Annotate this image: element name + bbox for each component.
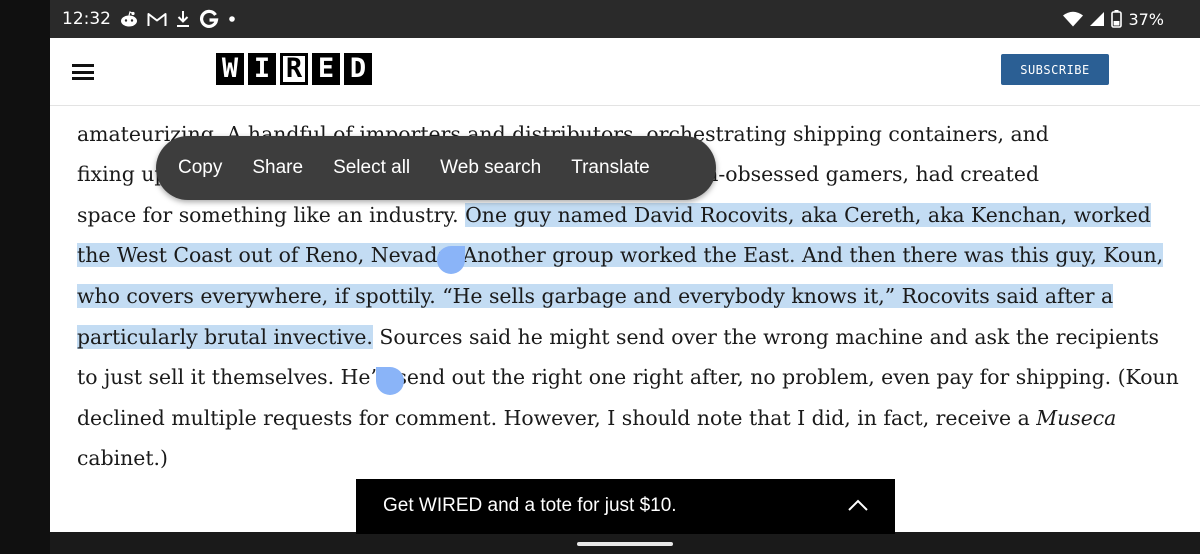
gmail-icon: [147, 12, 167, 27]
logo-letter: E: [312, 53, 340, 85]
google-icon: [199, 9, 219, 29]
selected-text: who covers everywhere, if spottily. “He …: [77, 283, 1114, 308]
article-text: space for something like an industry.: [77, 202, 466, 227]
logo-letter: W: [216, 53, 244, 85]
promo-text: Get WIRED and a tote for just $10.: [383, 495, 677, 516]
article-line: By about 2016, the American arcade impor…: [77, 106, 1177, 114]
logo-letter: D: [344, 53, 372, 85]
battery-percent: 37%: [1128, 9, 1164, 29]
navigation-bar: [50, 532, 1200, 554]
download-icon: [176, 10, 190, 28]
article-line: to just sell it themselves. He’ll send o…: [77, 357, 1179, 398]
selected-text: the West Coast out of Reno, Nevada. Anot…: [77, 243, 1164, 268]
menu-copy[interactable]: Copy: [178, 157, 222, 179]
subscribe-button[interactable]: SUBSCRIBE: [1001, 54, 1109, 85]
logo-letter: R: [280, 53, 308, 85]
article-line: particularly brutal invective. Sources s…: [77, 317, 1177, 358]
article-text: to just sell it themselves. He’ll send o…: [77, 365, 1179, 390]
phone-screen: 12:32 37% W I R E D SUBSCRIBE amateurizi…: [50, 0, 1200, 554]
reddit-icon: [120, 11, 138, 27]
article-line: who covers everywhere, if spottily. “He …: [77, 276, 1177, 317]
battery-icon: [1111, 10, 1123, 28]
article-line: cabinet.): [77, 438, 1177, 479]
text-selection-menu: Copy Share Select all Web search Transla…: [156, 136, 716, 200]
dot-icon: [228, 15, 236, 23]
article-text: Museca: [1036, 405, 1117, 430]
status-time: 12:32: [62, 9, 111, 29]
signal-icon: [1089, 11, 1105, 27]
article-text: cabinet.): [77, 446, 168, 471]
article-line: the West Coast out of Reno, Nevada. Anot…: [77, 235, 1177, 276]
promo-banner[interactable]: Get WIRED and a tote for just $10.: [356, 479, 895, 534]
gesture-handle[interactable]: [577, 542, 673, 546]
status-right: 37%: [1063, 7, 1164, 31]
logo-letter: I: [248, 53, 276, 85]
menu-select-all[interactable]: Select all: [333, 157, 410, 179]
status-bar: 12:32 37%: [50, 0, 1200, 38]
article-line: declined multiple requests for comment. …: [77, 398, 1177, 439]
selected-text: One guy named David Rocovits, aka Cereth…: [465, 202, 1151, 227]
menu-web-search[interactable]: Web search: [440, 157, 541, 179]
menu-share[interactable]: Share: [252, 157, 303, 179]
selection-end-handle[interactable]: [376, 367, 404, 395]
menu-icon[interactable]: [72, 64, 94, 80]
chevron-up-icon[interactable]: [847, 496, 869, 516]
article-line: space for something like an industry. On…: [77, 195, 1177, 236]
wired-logo[interactable]: W I R E D: [216, 52, 372, 86]
selection-start-handle[interactable]: [437, 246, 465, 274]
menu-translate[interactable]: Translate: [571, 157, 650, 179]
selected-text: particularly brutal invective.: [77, 324, 373, 349]
site-header: W I R E D SUBSCRIBE: [50, 38, 1200, 106]
status-left: 12:32: [62, 7, 236, 31]
article-text: declined multiple requests for comment. …: [77, 405, 1037, 430]
wifi-icon: [1063, 11, 1084, 27]
article-text: Sources said he might send over the wron…: [372, 324, 1159, 349]
